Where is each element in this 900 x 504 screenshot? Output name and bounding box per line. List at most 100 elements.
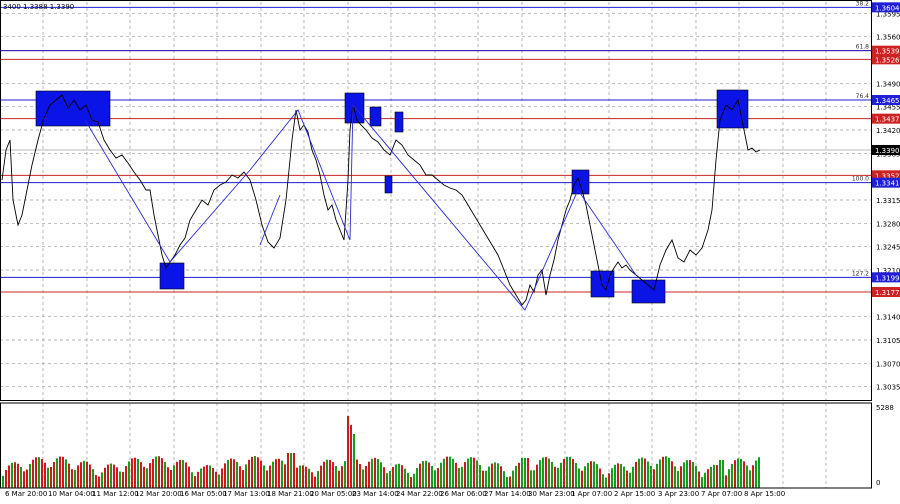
volume-bar xyxy=(599,469,601,488)
volume-bar xyxy=(545,457,547,488)
time-axis-label: 18 Mar 21:00 xyxy=(267,490,314,498)
volume-bar xyxy=(137,459,139,488)
time-axis-label: 8 Apr 15:00 xyxy=(744,490,785,498)
volume-bar xyxy=(509,477,511,488)
volume-bar xyxy=(185,462,187,488)
volume-bar xyxy=(530,470,532,488)
volume-bar xyxy=(464,462,466,488)
volume-bar xyxy=(623,467,625,488)
volume-bar xyxy=(113,465,115,488)
volume-bar xyxy=(626,471,628,488)
volume-bar xyxy=(53,462,55,488)
volume-bar xyxy=(713,465,715,488)
volume-bar xyxy=(683,462,685,488)
volume-bar xyxy=(587,463,589,488)
volume-bar xyxy=(500,466,502,488)
volume-bar xyxy=(122,472,124,488)
volume-bar xyxy=(644,459,646,488)
volume-bar xyxy=(383,467,385,488)
volume-bar xyxy=(560,463,562,488)
volume-bar xyxy=(20,467,22,488)
time-axis-label: 17 Mar 13:00 xyxy=(223,490,270,498)
volume-bar xyxy=(479,465,481,488)
volume-bar xyxy=(17,464,19,488)
volume-bar xyxy=(29,464,31,488)
volume-bar xyxy=(395,464,397,488)
volume-bar xyxy=(491,464,493,488)
time-axis-label: 1 Apr 07:00 xyxy=(571,490,612,498)
volume-bar xyxy=(80,462,82,488)
volume-bar xyxy=(218,475,220,488)
volume-bar xyxy=(344,461,346,488)
fib-level-label: 61.8 xyxy=(856,44,870,51)
volume-bar xyxy=(536,465,538,488)
volume-bar xyxy=(62,457,64,488)
price-tick-label: 1.3070 xyxy=(876,360,900,368)
volume-bar xyxy=(71,469,73,488)
volume-bar xyxy=(590,461,592,488)
level-price-label: 1.3341 xyxy=(875,180,900,188)
volume-bar xyxy=(506,477,508,488)
zone-box xyxy=(160,263,184,289)
volume-bar xyxy=(431,466,433,488)
volume-bar xyxy=(677,471,679,488)
volume-bar xyxy=(470,457,472,488)
volume-bar xyxy=(458,468,460,488)
volume-bar xyxy=(440,463,442,488)
volume-bar xyxy=(398,464,400,488)
volume-bar xyxy=(242,470,244,488)
ohlc-readout: 3400 1.3388 1.3390 xyxy=(3,3,74,11)
volume-bar xyxy=(146,468,148,488)
volume-bar xyxy=(284,464,286,488)
volume-bar xyxy=(578,468,580,488)
volume-bar xyxy=(164,462,166,488)
volume-bar xyxy=(725,475,727,488)
time-axis-label: 23 Mar 14:00 xyxy=(352,490,399,498)
volume-bar xyxy=(551,462,553,488)
volume-bar xyxy=(245,464,247,488)
volume-bar xyxy=(476,460,478,488)
volume-bar xyxy=(116,467,118,488)
fib-level-label: 38.2 xyxy=(856,0,870,7)
time-axis-label: 12 Mar 20:00 xyxy=(135,490,182,498)
volume-bar xyxy=(632,467,634,488)
time-axis-label: 27 Mar 14:00 xyxy=(484,490,531,498)
trading-chart-window[interactable]: 38.261.876.4100.0127.2 1.35951.35601.349… xyxy=(0,0,900,500)
volume-bar xyxy=(461,467,463,488)
volume-bar xyxy=(206,465,208,488)
main-pane-frame xyxy=(1,1,872,401)
volume-bar xyxy=(521,458,523,488)
volume-bar xyxy=(488,467,490,488)
level-price-label: 1.3604 xyxy=(875,4,900,12)
volume-bar xyxy=(737,458,739,488)
volume-bar xyxy=(446,457,448,488)
volume-bar xyxy=(140,462,142,488)
price-chart[interactable]: 38.261.876.4100.0127.2 1.35951.35601.349… xyxy=(0,0,900,500)
zone-rectangles xyxy=(36,90,748,303)
price-tick-label: 1.3245 xyxy=(876,244,900,252)
volume-bar xyxy=(125,466,127,488)
zone-box xyxy=(572,170,589,194)
volume-bar xyxy=(584,466,586,488)
volume-bar xyxy=(674,466,676,488)
volume-bar xyxy=(692,462,694,488)
volume-bar xyxy=(128,461,130,488)
volume-bar xyxy=(749,470,751,488)
volume-bar xyxy=(503,471,505,488)
volume-bar xyxy=(527,458,529,488)
volume-bar xyxy=(314,477,316,488)
volume-bar xyxy=(131,458,133,488)
volume-bar xyxy=(734,460,736,488)
volume-bar xyxy=(512,471,514,488)
price-tick-label: 1.3035 xyxy=(876,384,900,392)
volume-bar xyxy=(332,462,334,488)
volume-bar xyxy=(152,459,154,488)
volume-bar xyxy=(248,460,250,488)
time-axis-label: 24 Mar 22:00 xyxy=(396,490,443,498)
volume-bar xyxy=(98,477,100,488)
volume-bar xyxy=(731,464,733,488)
volume-bar xyxy=(539,460,541,488)
volume-bar xyxy=(422,461,424,488)
volume-bar xyxy=(191,472,193,488)
volume-bar xyxy=(365,466,367,488)
